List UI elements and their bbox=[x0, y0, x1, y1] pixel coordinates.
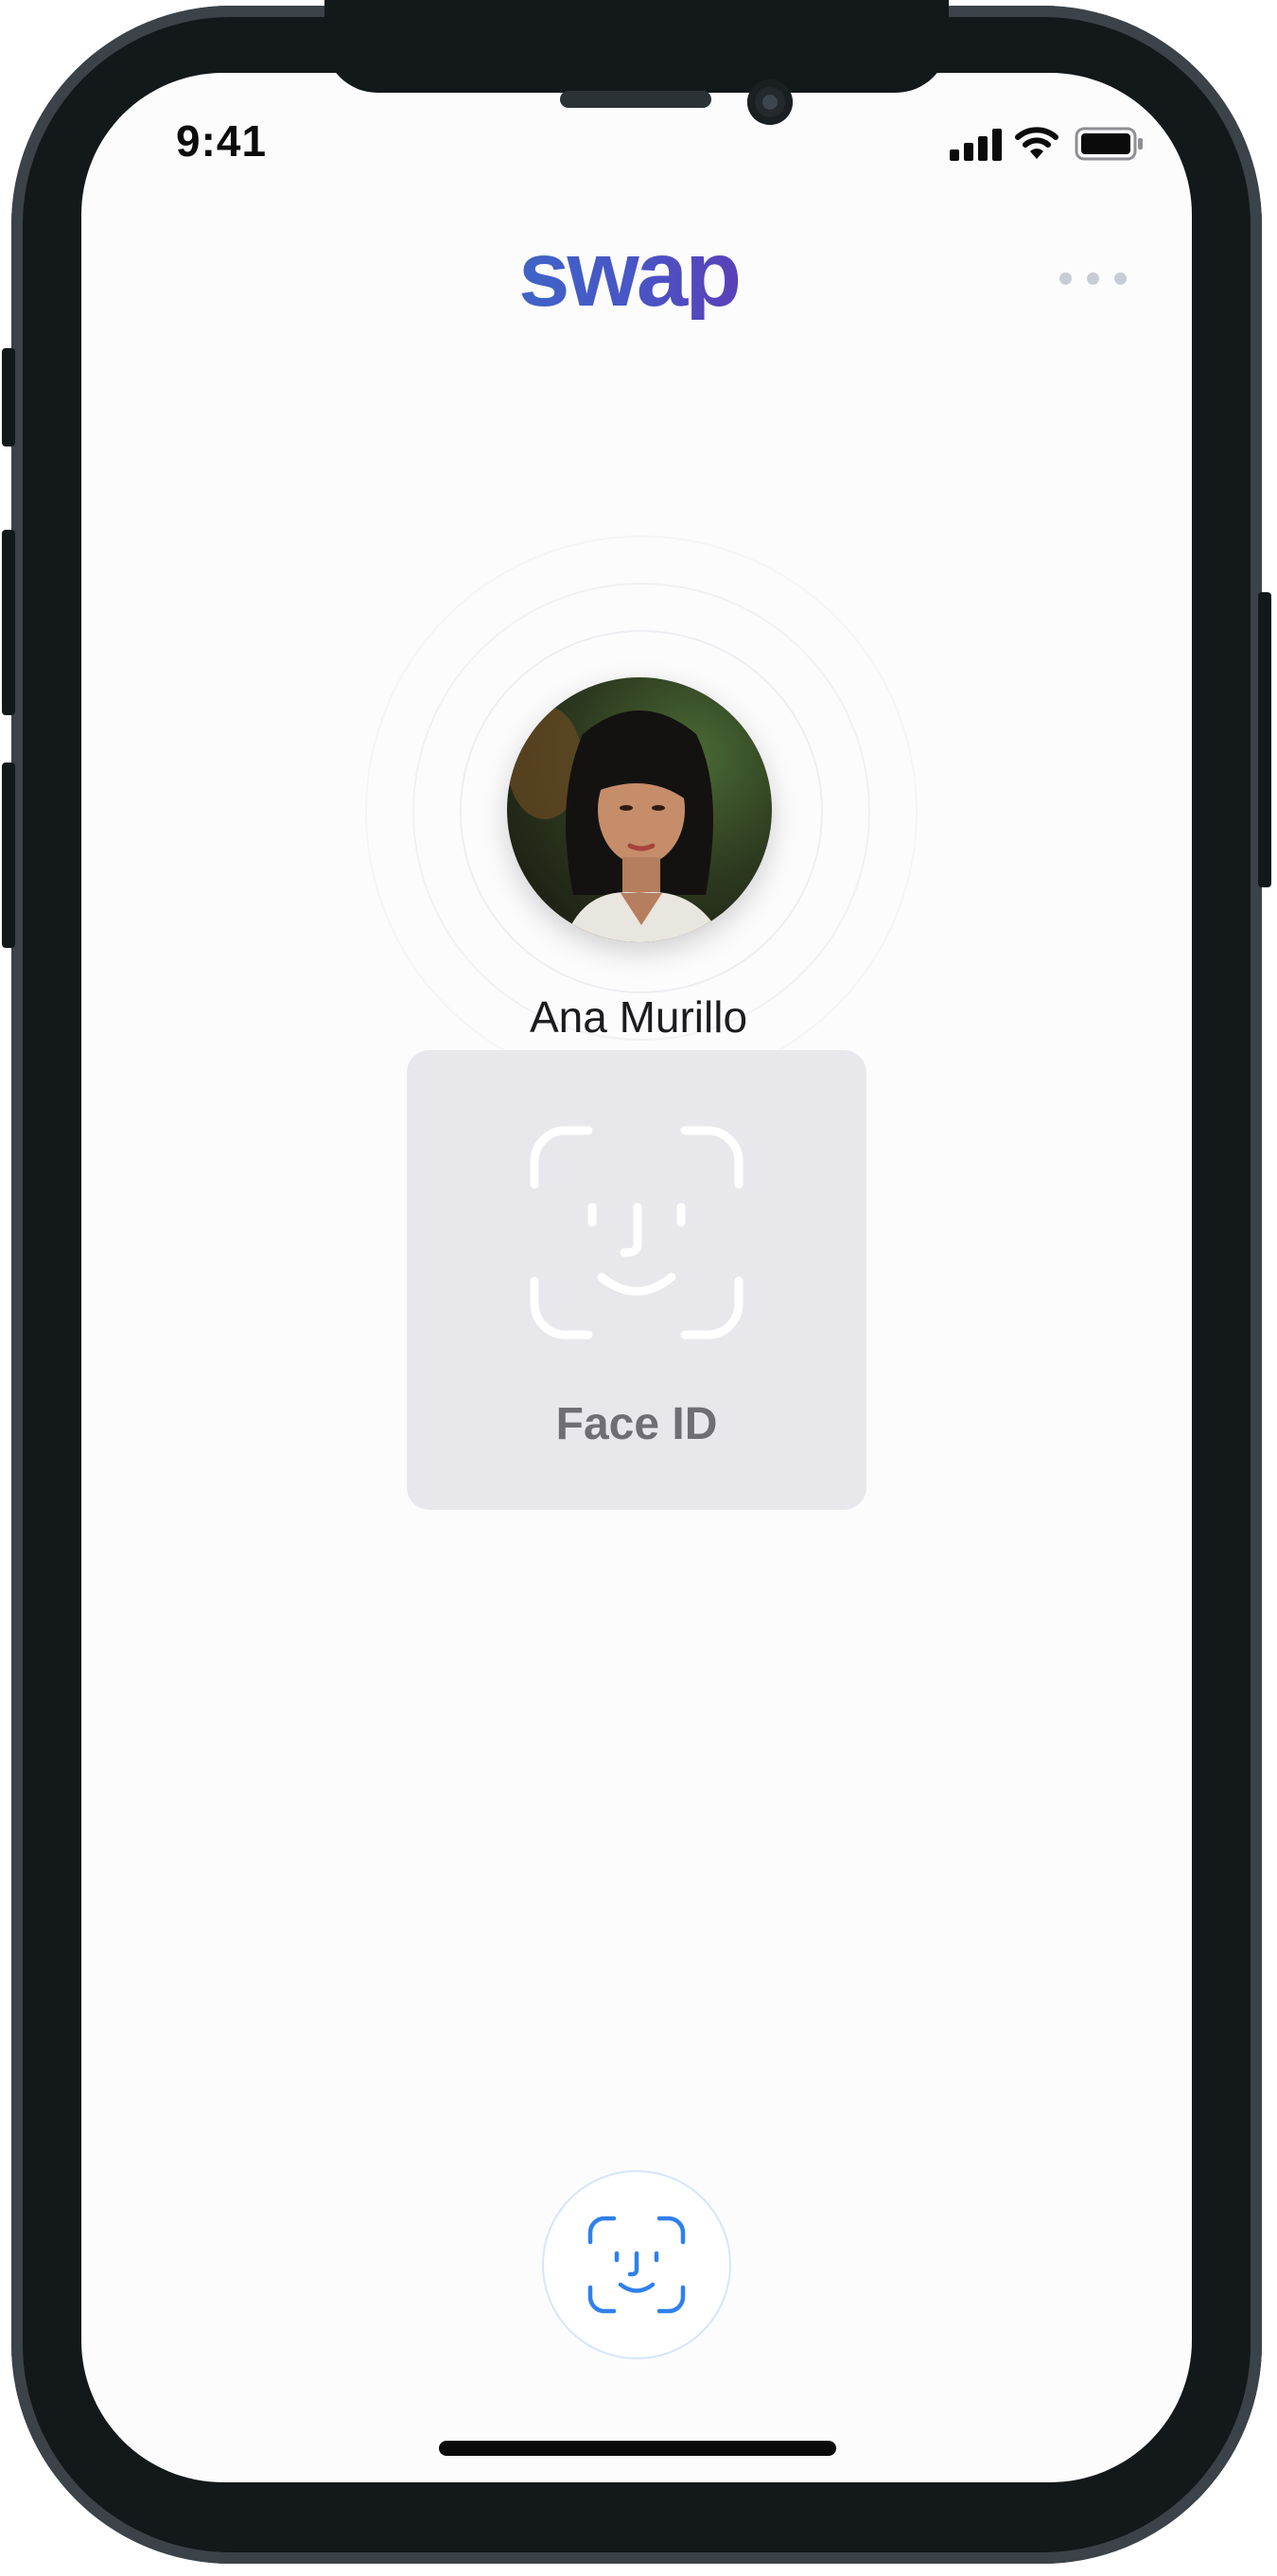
swap-logo: swap bbox=[518, 221, 742, 325]
more-horizontal-icon[interactable] bbox=[1059, 272, 1127, 285]
wifi-icon bbox=[1015, 127, 1058, 159]
volume-up-button bbox=[2, 530, 15, 715]
status-time: 9:41 bbox=[176, 116, 268, 166]
silent-switch bbox=[2, 348, 15, 447]
avatar bbox=[507, 677, 772, 942]
notch bbox=[324, 0, 949, 93]
face-id-icon bbox=[587, 2216, 686, 2314]
front-camera bbox=[747, 79, 793, 125]
home-indicator[interactable] bbox=[439, 2441, 836, 2456]
earpiece-speaker bbox=[560, 91, 711, 108]
power-button bbox=[1258, 592, 1271, 887]
signal-icon bbox=[950, 129, 1002, 161]
face-id-icon bbox=[530, 1126, 743, 1340]
volume-down-button bbox=[2, 762, 15, 948]
profile-name: Ana Murillo bbox=[529, 992, 748, 1042]
battery-icon bbox=[1075, 127, 1143, 161]
faceid-label: Face ID bbox=[555, 1399, 718, 1449]
avatar-photo bbox=[507, 677, 772, 942]
